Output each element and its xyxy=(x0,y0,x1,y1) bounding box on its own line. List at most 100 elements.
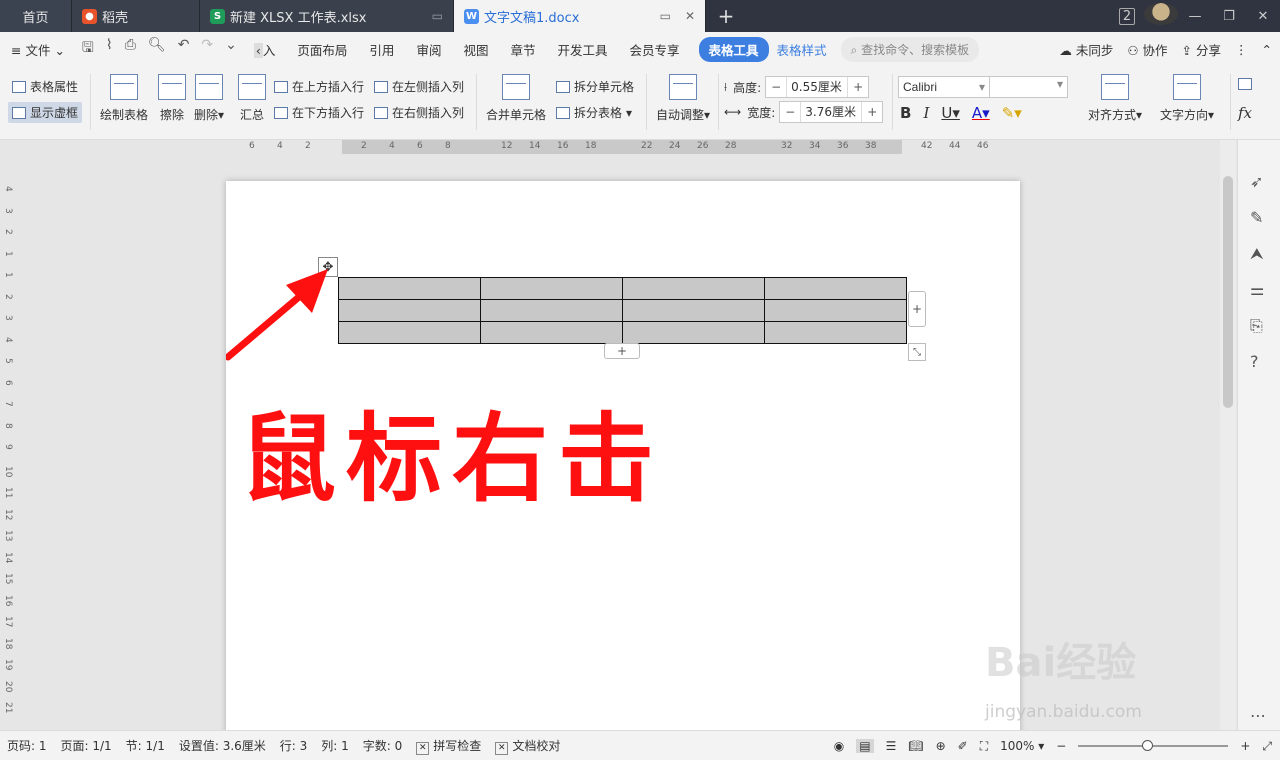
collab-button[interactable]: ⚇ 协作 xyxy=(1127,40,1167,59)
table-cell[interactable] xyxy=(622,299,765,322)
more-icon[interactable]: ⋮ xyxy=(1235,42,1248,57)
draw-table-button[interactable]: 绘制表格 xyxy=(100,74,148,123)
add-column-button[interactable]: + xyxy=(908,291,926,327)
height-value-input[interactable]: 0.55厘米 xyxy=(786,77,849,97)
tab-daoke[interactable]: ● 稻壳 xyxy=(72,0,200,32)
highlight-icon[interactable]: ✎▾ xyxy=(1002,104,1022,122)
table-cell[interactable] xyxy=(622,277,765,300)
command-search[interactable]: ⌕ 查找命令、搜索模板 xyxy=(840,36,979,62)
more-chevron-icon[interactable]: ⌄ xyxy=(225,37,237,61)
width-value-input[interactable]: 3.76厘米 xyxy=(800,102,863,122)
merge-cells-button[interactable]: 合并单元格 xyxy=(486,74,546,123)
status-words[interactable]: 字数: 0 xyxy=(356,737,410,754)
rocket-icon[interactable]: ➶ xyxy=(1250,172,1263,191)
undo-icon[interactable]: ↶ xyxy=(178,37,190,61)
auto-fit-button[interactable]: 自动调整▾ xyxy=(656,74,710,123)
cursor-icon[interactable]: ⮝ xyxy=(1250,244,1264,264)
insert-col-right-button[interactable]: 在右侧插入列 xyxy=(374,104,464,121)
fullscreen-icon[interactable]: ⤢ xyxy=(1262,739,1272,754)
table-cell[interactable] xyxy=(480,321,623,344)
table-cell[interactable] xyxy=(480,277,623,300)
collapse-icon[interactable]: ⌃ xyxy=(1262,42,1272,57)
document-table[interactable] xyxy=(338,277,907,344)
height-decrease-button[interactable]: − xyxy=(766,80,786,94)
insert-row-above-button[interactable]: 在上方插入行 xyxy=(274,78,364,95)
insert-row-below-button[interactable]: 在下方插入行 xyxy=(274,104,364,121)
eye-protect-icon[interactable]: ◉ xyxy=(834,739,844,753)
quick-calc-icon[interactable] xyxy=(1238,78,1252,90)
menu-file[interactable]: ≡ 文件 ⌄ xyxy=(0,40,76,59)
font-family-select[interactable]: Calibri ▾ xyxy=(898,76,990,98)
scrollbar-thumb[interactable] xyxy=(1223,176,1233,408)
width-decrease-button[interactable]: − xyxy=(780,105,800,119)
bold-icon[interactable]: B xyxy=(900,104,911,122)
font-size-select[interactable]: ▾ xyxy=(990,76,1068,98)
document-page[interactable]: ✥ + + ⤡ 鼠标右击 xyxy=(226,181,1020,741)
menu-layout[interactable]: 页面布局 xyxy=(286,40,358,59)
help-icon[interactable]: ? xyxy=(1250,352,1259,371)
fit-page-icon[interactable]: ⛶ xyxy=(980,739,988,754)
table-resize-icon[interactable]: ⤡ xyxy=(908,343,926,361)
formula-icon[interactable]: fx xyxy=(1238,104,1252,122)
sync-button[interactable]: ☁ 未同步 xyxy=(1059,40,1113,59)
menu-chapter[interactable]: 章节 xyxy=(499,40,546,59)
summary-button[interactable]: 汇总 xyxy=(238,74,266,123)
erase-button[interactable]: 擦除 xyxy=(158,74,186,123)
zoom-slider[interactable] xyxy=(1078,740,1229,751)
share-button[interactable]: ⇪ 分享 xyxy=(1182,40,1221,59)
pen-icon[interactable]: ✎ xyxy=(1250,208,1263,227)
menu-review[interactable]: 审阅 xyxy=(405,40,452,59)
table-cell[interactable] xyxy=(764,277,907,300)
vertical-ruler[interactable]: 4 3 2 1 1 2 3 4 5 6 7 8 9 10 11 12 13 14 15 16 17 18 19 20 21 xyxy=(0,156,16,730)
width-increase-button[interactable]: + xyxy=(862,105,882,119)
redo-icon[interactable]: ↷ xyxy=(201,37,213,61)
underline-icon[interactable]: U▾ xyxy=(941,104,960,122)
table-cell[interactable] xyxy=(338,321,481,344)
tab-table-style[interactable]: 表格样式 xyxy=(769,40,835,59)
window-close-icon[interactable]: ✕ xyxy=(1246,9,1280,24)
page-view-icon[interactable]: ▤ xyxy=(856,739,874,753)
minimize-icon[interactable]: — xyxy=(1178,9,1212,24)
font-color-icon[interactable]: A▾ xyxy=(972,104,990,122)
close-icon[interactable]: ✕ xyxy=(685,9,695,23)
menu-reference[interactable]: 引用 xyxy=(358,40,405,59)
sliders-icon[interactable]: ⚌ xyxy=(1250,280,1264,299)
menu-dev-tools[interactable]: 开发工具 xyxy=(546,40,618,59)
table-cell[interactable] xyxy=(764,299,907,322)
menu-insert[interactable]: ‹ 入 xyxy=(243,40,287,59)
menu-view[interactable]: 视图 xyxy=(452,40,499,59)
split-table-button[interactable]: 拆分表格 ▾ xyxy=(556,104,632,121)
table-cell[interactable] xyxy=(338,299,481,322)
backup-icon[interactable]: ⎘ xyxy=(1250,316,1263,336)
tab-home[interactable]: 首页 xyxy=(0,0,72,32)
monitor-icon[interactable]: ▭ xyxy=(660,9,671,23)
scroll-left-icon[interactable]: ‹ xyxy=(253,42,263,58)
save-icon[interactable]: 🖫 xyxy=(82,37,94,61)
zoom-in-icon[interactable]: + xyxy=(1240,739,1250,753)
delete-button[interactable]: 删除▾ xyxy=(194,74,224,123)
user-avatar[interactable] xyxy=(1144,3,1178,29)
preview-icon[interactable]: 🔍︎ xyxy=(148,37,166,61)
zoom-out-icon[interactable]: − xyxy=(1056,739,1066,753)
zoom-slider-knob[interactable] xyxy=(1142,740,1154,751)
vertical-scrollbar[interactable] xyxy=(1220,140,1236,730)
format-painter-icon[interactable]: ⌇ xyxy=(106,37,113,61)
tab-docx[interactable]: W 文字文稿1.docx ▭ ✕ xyxy=(454,0,706,32)
annotate-icon[interactable]: ✐ xyxy=(958,739,968,753)
tab-table-tools[interactable]: 表格工具 xyxy=(698,36,769,62)
restore-icon[interactable]: ❐ xyxy=(1212,9,1246,24)
more-dots-icon[interactable]: ⋯ xyxy=(1250,706,1266,725)
web-view-icon[interactable]: ⊕ xyxy=(936,739,946,753)
table-properties-button[interactable]: 表格属性 xyxy=(12,78,78,95)
height-increase-button[interactable]: + xyxy=(848,80,868,94)
insert-col-left-button[interactable]: 在左侧插入列 xyxy=(374,78,464,95)
alignment-button[interactable]: 对齐方式▾ xyxy=(1088,74,1142,123)
menu-vip[interactable]: 会员专享 xyxy=(619,40,691,59)
reading-view-icon[interactable]: 📖︎ xyxy=(908,739,923,753)
zoom-select[interactable]: 100% ▾ xyxy=(1000,739,1044,753)
tab-xlsx[interactable]: S 新建 XLSX 工作表.xlsx ▭ xyxy=(200,0,454,32)
show-gridlines-button[interactable]: 显示虚框 xyxy=(8,102,83,123)
add-row-button[interactable]: + xyxy=(604,343,640,359)
monitor-icon[interactable]: ▭ xyxy=(432,9,443,23)
table-cell[interactable] xyxy=(764,321,907,344)
